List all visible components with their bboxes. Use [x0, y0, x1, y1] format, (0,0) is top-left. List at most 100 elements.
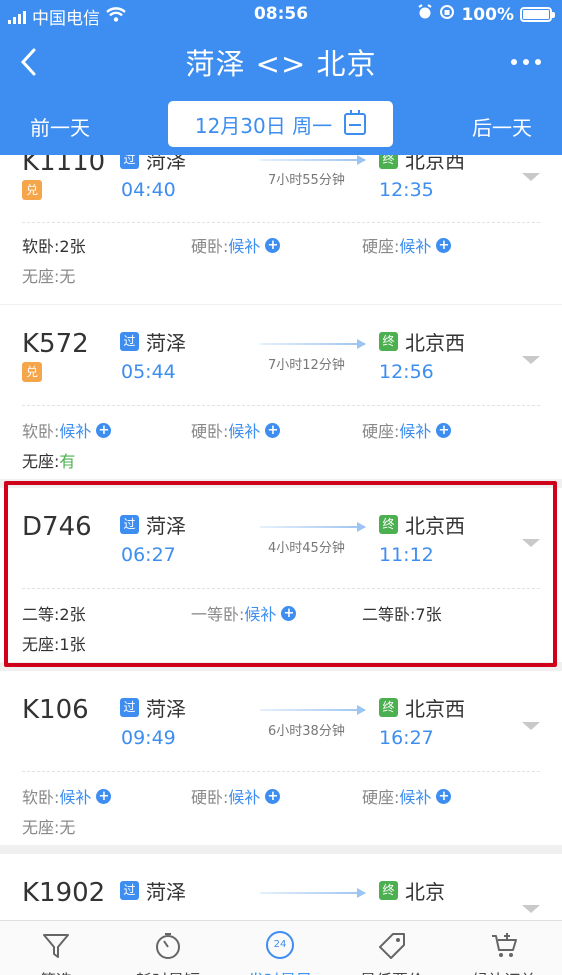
battery-icon: [520, 7, 555, 22]
top-bar: 中国电信 08:56 100% 菏泽 <> 北京 前一天 12月30日 周一 后…: [0, 0, 562, 155]
pass-badge: 过: [120, 332, 139, 351]
prev-day-button[interactable]: 前一天: [30, 112, 90, 141]
chevron-down-icon[interactable]: [522, 356, 540, 364]
seat-info[interactable]: 一等卧: 候补 +: [191, 601, 297, 625]
date-selector[interactable]: 12月30日 周一: [168, 101, 393, 147]
train-number: K572: [22, 329, 89, 359]
route-arrow: [260, 888, 366, 898]
to-station: 北京西: [405, 514, 465, 538]
plus-icon: +: [265, 237, 281, 253]
seat-info[interactable]: 硬座: 候补 +: [362, 233, 452, 257]
end-badge: 终: [379, 155, 398, 169]
dui-badge: 兑: [22, 180, 42, 200]
plus-icon: +: [265, 788, 281, 804]
seat-info[interactable]: 硬座: 候补 +: [362, 784, 452, 808]
status-bar: 中国电信 08:56 100%: [0, 4, 562, 29]
route-arrow: [260, 339, 366, 349]
tab-filter[interactable]: 筛选: [0, 931, 112, 975]
to-station: 北京西: [405, 155, 465, 173]
clock-24-icon: 24: [224, 931, 336, 961]
divider: [22, 405, 540, 406]
duration: 7小时55分钟: [268, 173, 345, 188]
pass-badge: 过: [120, 698, 139, 717]
plus-icon: +: [96, 788, 112, 804]
filter-icon: [0, 931, 112, 961]
end-badge: 终: [379, 698, 398, 717]
calendar-icon: [344, 110, 367, 135]
arrive-time: 12:56: [379, 361, 434, 383]
train-card[interactable]: K572 兑 过 菏泽 05:44 7小时12分钟 终 北京西 12:56 软卧…: [0, 305, 562, 479]
from-station: 菏泽: [146, 155, 186, 173]
from-station: 菏泽: [146, 331, 186, 355]
alarm-icon: [417, 4, 433, 25]
to-station: 北京: [405, 880, 445, 904]
seat-info: 软卧: 2张: [22, 237, 86, 256]
train-number: K106: [22, 695, 89, 725]
divider: [22, 588, 540, 589]
dui-badge: 兑: [22, 362, 42, 382]
train-card[interactable]: D746 过 菏泽 06:27 4小时45分钟 终 北京西 11:12 二等: …: [0, 488, 562, 662]
to-station: 北京西: [405, 331, 465, 355]
tab-shortest[interactable]: 耗时最短: [112, 931, 224, 975]
plus-icon: +: [436, 237, 452, 253]
depart-time: 05:44: [121, 361, 176, 383]
seat-info[interactable]: 硬座: 候补 +: [362, 418, 452, 442]
duration: 4小时45分钟: [268, 541, 345, 556]
chevron-down-icon[interactable]: [522, 173, 540, 181]
plus-icon: +: [436, 422, 452, 438]
from-station: 菏泽: [146, 514, 186, 538]
seat-info: 二等: 2张: [22, 605, 86, 624]
train-card[interactable]: K1110 兑 过 菏泽 04:40 7小时55分钟 终 北京西 12:35 软…: [0, 155, 562, 304]
seat-info: 无座: 无: [22, 818, 76, 837]
pass-badge: 过: [120, 881, 139, 900]
train-number: K1902: [22, 878, 106, 908]
tab-lowest-price[interactable]: 最低票价: [336, 931, 448, 975]
divider: [22, 771, 540, 772]
divider: [22, 222, 540, 223]
end-badge: 终: [379, 515, 398, 534]
route-arrow: [260, 705, 366, 715]
route-arrow: [260, 155, 366, 165]
timer-icon: [112, 931, 224, 961]
from-station: 菏泽: [146, 880, 186, 904]
plus-icon: +: [281, 605, 297, 621]
seat-info[interactable]: 硬卧: 候补 +: [191, 418, 281, 442]
cart-icon: [448, 931, 560, 961]
end-badge: 终: [379, 332, 398, 351]
pass-badge: 过: [120, 155, 139, 169]
train-card[interactable]: K106 过 菏泽 09:49 6小时38分钟 终 北京西 16:27 软卧: …: [0, 671, 562, 845]
seat-info[interactable]: 软卧: 候补 +: [22, 784, 112, 808]
arrive-time: 11:12: [379, 544, 434, 566]
arrive-time: 16:27: [379, 727, 434, 749]
tag-icon: [336, 931, 448, 961]
tab-waitlist-orders[interactable]: 候补订单: [448, 931, 560, 975]
end-badge: 终: [379, 881, 398, 900]
seat-info[interactable]: 硬卧: 候补 +: [191, 233, 281, 257]
plus-icon: +: [96, 422, 112, 438]
seat-info: 二等卧: 7张: [362, 605, 442, 624]
train-number: D746: [22, 512, 92, 542]
seat-info: 无座: 无: [22, 267, 76, 286]
duration: 6小时38分钟: [268, 724, 345, 739]
arrive-time: 12:35: [379, 179, 434, 201]
depart-time: 09:49: [121, 727, 176, 749]
chevron-down-icon[interactable]: [522, 905, 540, 913]
chevron-down-icon[interactable]: [522, 722, 540, 730]
next-day-button[interactable]: 后一天: [472, 112, 532, 141]
train-card[interactable]: K1902 过 菏泽 终 北京: [0, 854, 562, 920]
seat-info: 无座: 有: [22, 452, 76, 471]
tab-earliest[interactable]: 24 发时最早: [224, 931, 336, 975]
from-station: 菏泽: [146, 697, 186, 721]
seat-info[interactable]: 软卧: 候补 +: [22, 418, 112, 442]
date-label: 12月30日 周一: [194, 113, 333, 138]
page-title: 菏泽 <> 北京: [185, 47, 377, 81]
more-icon[interactable]: [510, 42, 542, 93]
depart-time: 04:40: [121, 179, 176, 201]
route-arrow: [260, 522, 366, 532]
chevron-down-icon[interactable]: [522, 539, 540, 547]
train-list[interactable]: K1110 兑 过 菏泽 04:40 7小时55分钟 终 北京西 12:35 软…: [0, 155, 562, 920]
plus-icon: +: [265, 422, 281, 438]
battery-percent: 100%: [461, 4, 514, 25]
to-station: 北京西: [405, 697, 465, 721]
seat-info[interactable]: 硬卧: 候补 +: [191, 784, 281, 808]
